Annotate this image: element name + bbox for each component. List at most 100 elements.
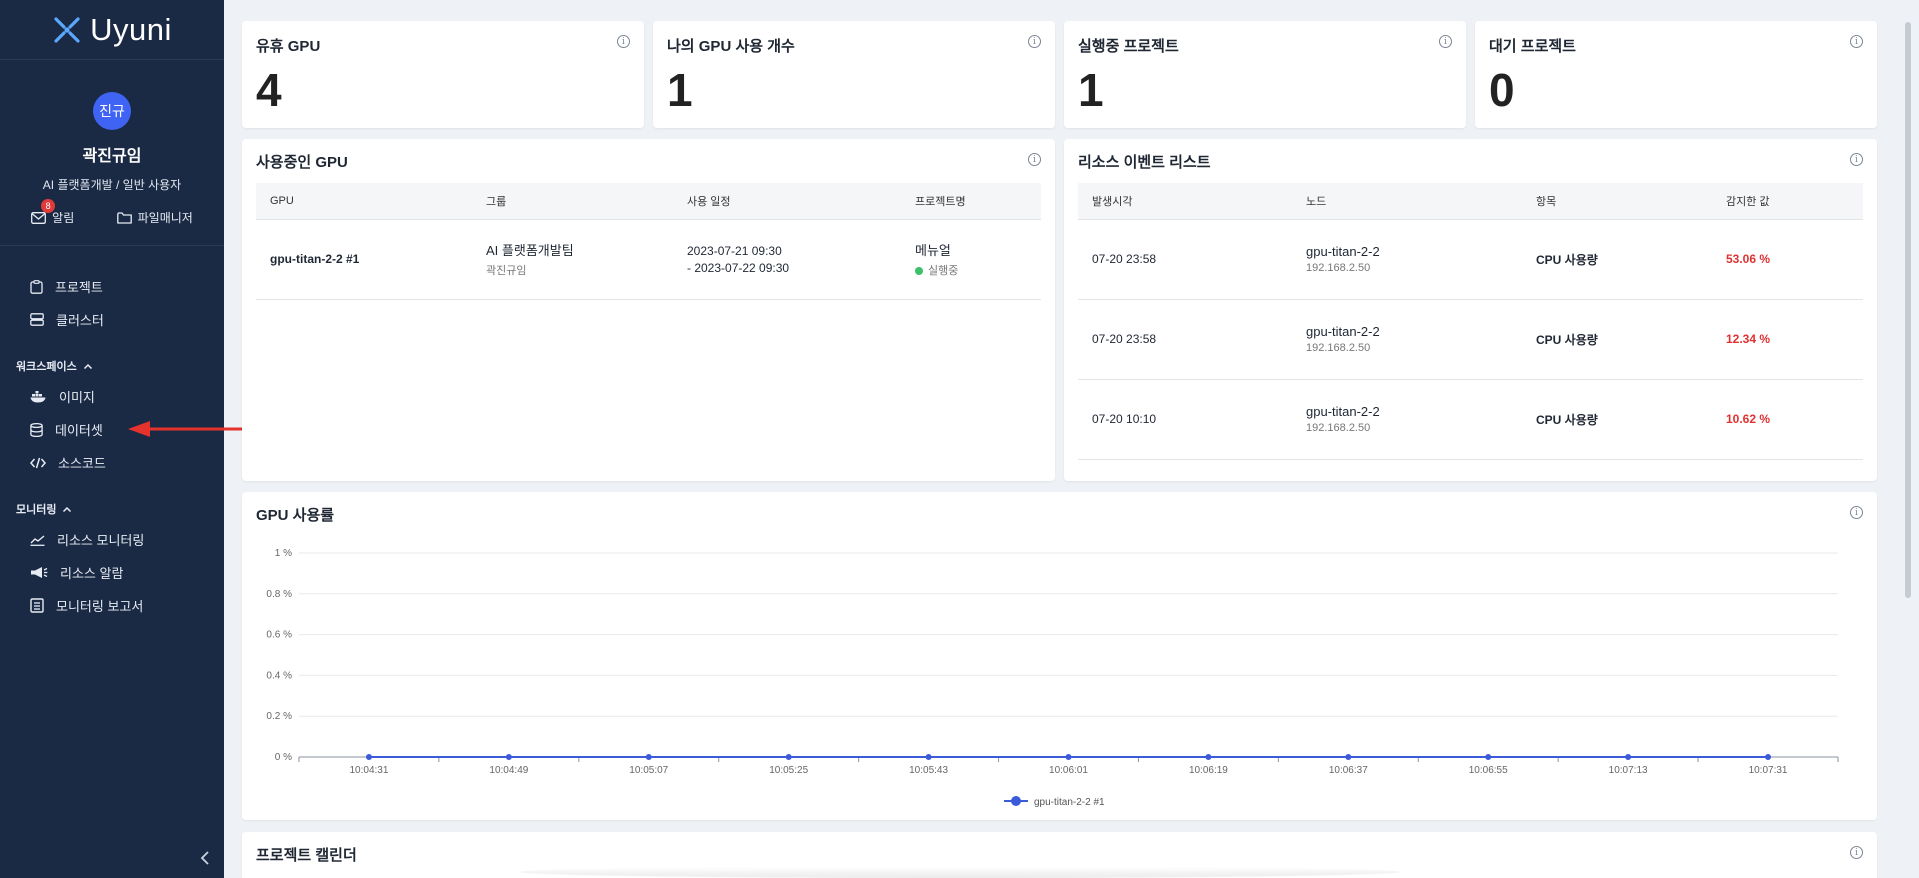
sidebar-collapse-button[interactable] [200,846,210,872]
node-cell: gpu-titan-2-2 192.168.2.50 [1292,379,1522,460]
file-manager-label: 파일매니저 [137,211,193,225]
sidebar-item-label: 데이터셋 [55,423,103,438]
column-header: 프로젝트명 [901,183,1041,220]
x-tick-label: 10:05:25 [769,765,808,776]
megaphone-icon [31,567,48,578]
info-icon[interactable]: i [1028,153,1041,166]
status-text: 실행중 [928,265,959,277]
data-point [365,754,372,760]
event-value: 12.34 % [1712,299,1863,380]
sidebar-item-label: 리소스 알람 [60,566,124,581]
stat-title: 유휴 GPU [256,38,321,55]
section-label: 모니터링 [16,504,57,516]
node-cell: gpu-titan-2-2 192.168.2.50 [1292,219,1522,300]
page-scrollbar[interactable] [1905,22,1911,598]
sidebar-item-sourcecode[interactable]: 소스코드 [0,446,224,479]
info-icon[interactable]: i [1850,35,1863,48]
gpu-name: gpu-titan-2-2 #1 [256,219,472,300]
info-icon[interactable]: i [1850,846,1863,859]
event-time: 07-20 23:58 [1078,299,1292,380]
y-tick-label: 0.4 % [266,670,292,681]
sidebar-item-resource-monitoring[interactable]: 리소스 모니터링 [0,523,224,556]
section-workspace[interactable]: 워크스페이스 [0,352,224,380]
sidebar-item-label: 소스코드 [58,456,106,471]
sidebar-item-label: 리소스 모니터링 [57,533,145,548]
avatar[interactable]: 진규 [93,92,131,130]
x-tick-label: 10:06:37 [1329,765,1368,776]
data-point [1485,754,1492,760]
gpu-in-use-panel: 사용중인 GPU i GPU 그룹 사용 일정 프로젝트명 gpu-titan-… [242,139,1055,481]
stat-title: 실행중 프로젝트 [1078,38,1179,55]
node-ip: 192.168.2.50 [1306,342,1371,354]
event-time: 07-20 23:58 [1078,219,1292,300]
project-status: 실행중 [915,262,1041,278]
column-header: 발생시각 [1078,183,1292,220]
data-point [645,754,652,760]
column-header: 노드 [1292,183,1522,220]
node-name: gpu-titan-2-2 [1306,324,1380,339]
x-tick-label: 10:06:19 [1189,765,1228,776]
table-row[interactable]: gpu-titan-2-2 #1 AI 플랫폼개발팀 곽진규임 2023-07-… [256,219,1041,300]
sidebar-item-label: 프로젝트 [55,280,103,295]
y-tick-label: 0.2 % [266,711,292,722]
column-header: 그룹 [472,183,673,220]
panel-title: 사용중인 GPU [256,154,348,171]
section-label: 워크스페이스 [16,361,77,373]
stat-card-my-gpu: 나의 GPU 사용 개수 1 i [653,21,1055,128]
project-name[interactable]: 메뉴얼 [915,240,1041,259]
table-row[interactable]: 07-20 23:58 gpu-titan-2-2 192.168.2.50 CP… [1078,219,1863,300]
x-tick-label: 10:04:49 [489,765,528,776]
y-tick-label: 0.6 % [266,630,292,641]
schedule-cell: 2023-07-21 09:30 - 2023-07-22 09:30 [673,219,901,300]
chevron-up-icon [63,506,72,512]
table-row[interactable]: 07-20 10:10 gpu-titan-2-2 192.168.2.50 CP… [1078,379,1863,460]
project-cell: 메뉴얼 실행중 [901,219,1041,300]
stat-value: 0 [1489,64,1515,116]
info-icon[interactable]: i [1850,153,1863,166]
logo[interactable]: Uyuni [0,0,224,60]
y-tick-label: 0 % [275,752,292,763]
stat-card-idle-gpu: 유휴 GPU 4 i [242,21,644,128]
alerts-button[interactable]: 8 알림 [31,199,75,226]
x-tick-label: 10:04:31 [349,765,388,776]
group-user: 곽진규임 [486,265,527,277]
stat-value: 4 [256,64,282,116]
code-icon [30,457,46,468]
sidebar-item-monitoring-report[interactable]: 모니터링 보고서 [0,589,224,622]
legend-label: gpu-titan-2-2 #1 [1034,797,1105,808]
sidebar-item-resource-alarm[interactable]: 리소스 알람 [0,556,224,589]
y-tick-label: 0.8 % [266,589,292,600]
info-icon[interactable]: i [617,35,630,48]
table-row[interactable]: 07-20 23:58 gpu-titan-2-2 192.168.2.50 CP… [1078,299,1863,380]
group-name: AI 플랫폼개발팀 [486,243,574,258]
info-icon[interactable]: i [1028,35,1041,48]
docker-icon [30,391,46,403]
x-tick-label: 10:07:13 [1609,765,1648,776]
x-tick-label: 10:06:01 [1049,765,1088,776]
stat-value: 1 [1078,64,1104,116]
event-value: 10.62 % [1712,379,1863,460]
schedule-start: 2023-07-21 09:30 [687,243,782,258]
group-cell: AI 플랫폼개발팀 곽진규임 [472,219,673,300]
section-monitoring[interactable]: 모니터링 [0,495,224,523]
sidebar-item-cluster[interactable]: 클러스터 [0,303,224,336]
legend-marker [1011,796,1021,806]
event-item: CPU 사용량 [1522,299,1712,380]
chevron-up-icon [83,363,92,369]
resource-events-panel: 리소스 이벤트 리스트 i 발생시각 노드 항목 감지한 값 07-20 23:… [1064,139,1877,481]
data-point [1065,754,1072,760]
sidebar-item-project[interactable]: 프로젝트 [0,270,224,303]
gpu-usage-chart: 0 % 0.2 % 0.4 % 0.6 % 0.8 % 1 % 10:04:31 10:04:… [266,548,1839,808]
data-point [1625,754,1632,760]
sidebar-item-image[interactable]: 이미지 [0,380,224,413]
stat-title: 나의 GPU 사용 개수 [667,38,795,55]
info-icon[interactable]: i [1439,35,1452,48]
sidebar: Uyuni 진규 곽진규임 AI 플랫폼개발 / 일반 사용자 8 알림 파일매… [0,0,224,878]
file-manager-button[interactable]: 파일매니저 [116,209,193,226]
status-dot-icon [915,267,923,276]
alerts-label: 알림 [52,211,75,225]
column-header: 사용 일정 [673,183,901,220]
x-tick-label: 10:06:55 [1469,765,1508,776]
data-point [1205,754,1212,760]
column-header: 감지한 값 [1712,183,1863,220]
